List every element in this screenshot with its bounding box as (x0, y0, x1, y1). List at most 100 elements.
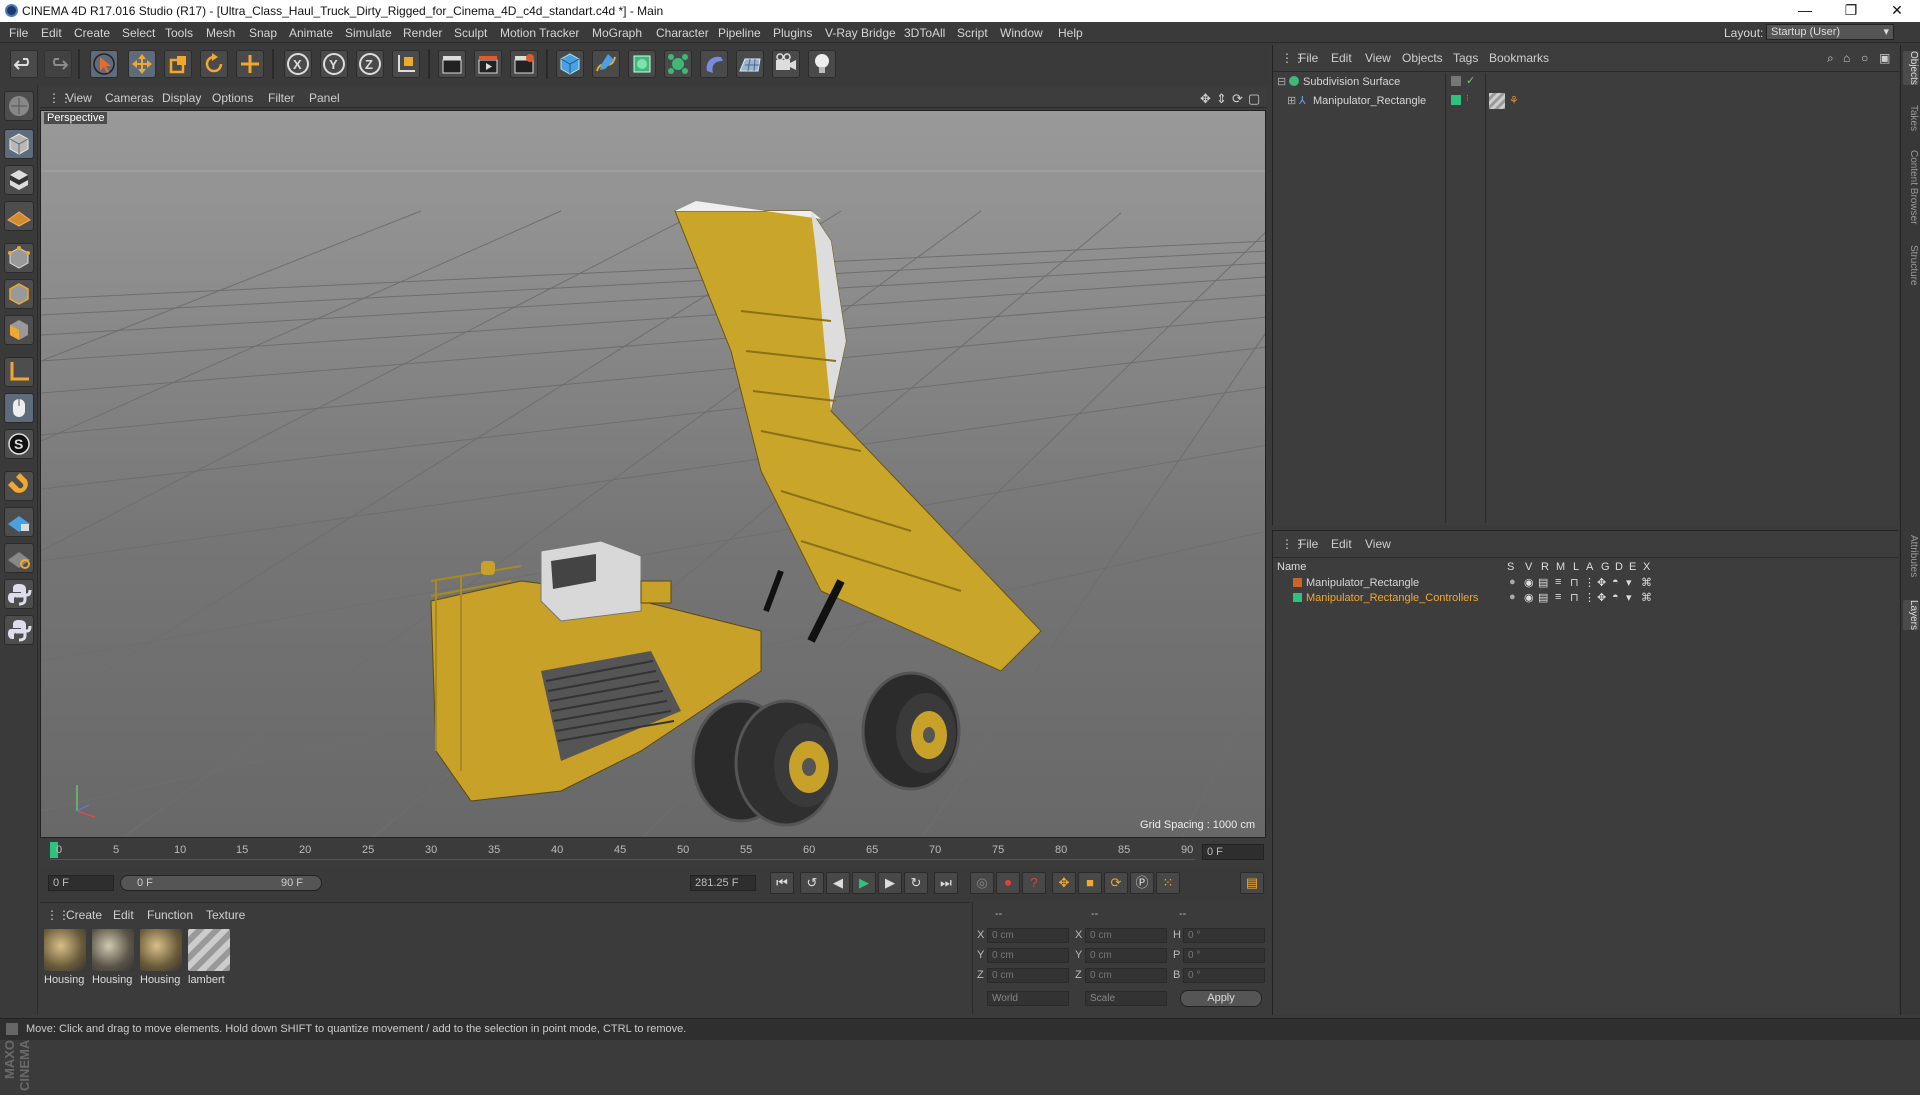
size-z-field[interactable]: 0 cm (1085, 968, 1167, 983)
expression-tag-icon[interactable]: ⚘ (1509, 94, 1519, 107)
record-keys-button[interactable]: ⏺ (996, 872, 1020, 894)
layer-name[interactable]: Manipulator_Rectangle_Controllers (1306, 592, 1478, 604)
play-button[interactable]: ▶ (852, 872, 876, 894)
move-tool-button[interactable] (128, 50, 156, 78)
menu-tools[interactable]: Tools (165, 26, 193, 40)
fps-field[interactable]: 281.25 F (690, 875, 756, 891)
object-menu-bookmarks[interactable]: Bookmarks (1489, 51, 1549, 65)
floor-button[interactable] (736, 50, 764, 78)
subdivision-surface-button[interactable] (628, 50, 656, 78)
tab-attributes[interactable]: Attributes (1903, 535, 1919, 577)
cube-primitive-button[interactable] (556, 50, 584, 78)
deformer-button[interactable] (700, 50, 728, 78)
current-frame-field[interactable]: 0 F (48, 875, 114, 891)
pen-spline-button[interactable] (592, 50, 620, 78)
material-slot[interactable]: Housing (92, 929, 134, 991)
material-slot[interactable]: Housing (44, 929, 86, 991)
menu-3dtoall[interactable]: 3DToAll (904, 26, 945, 40)
xref-icon[interactable]: ⌘ (1641, 576, 1652, 589)
key-rotation-button[interactable]: ⟳ (1104, 872, 1128, 894)
layer-col-locked[interactable]: L (1573, 561, 1579, 573)
points-mode-button[interactable] (4, 243, 34, 273)
live-selection-button[interactable] (90, 50, 118, 78)
material-menu-edit[interactable]: Edit (113, 908, 134, 922)
manager-list-icon[interactable]: ≡ (1555, 576, 1561, 588)
menu-motion-tracker[interactable]: Motion Tracker (500, 26, 579, 40)
light-button[interactable] (808, 50, 836, 78)
edges-mode-button[interactable] (4, 279, 34, 309)
animation-icon[interactable]: ⋮ (1584, 591, 1595, 604)
solo-dot-icon[interactable]: ● (1509, 591, 1516, 603)
object-menu-objects[interactable]: Objects (1402, 51, 1443, 65)
key-parameter-button[interactable]: Ⓟ (1130, 872, 1154, 894)
menu-pipeline[interactable]: Pipeline (718, 26, 761, 40)
layer-col-solo[interactable]: S (1507, 561, 1514, 573)
animation-icon[interactable]: ⋮ (1584, 576, 1595, 589)
menu-character[interactable]: Character (656, 26, 709, 40)
deformer-icon[interactable]: ◓ (1612, 591, 1619, 603)
xref-icon[interactable]: ⌘ (1641, 591, 1652, 604)
menu-simulate[interactable]: Simulate (345, 26, 392, 40)
polygons-mode-button[interactable] (4, 315, 34, 345)
new-window-icon[interactable]: ▣ (1879, 51, 1890, 65)
close-button[interactable]: ✕ (1874, 0, 1920, 22)
viewport-menu-options[interactable]: Options (212, 91, 253, 105)
position-y-field[interactable]: 0 cm (987, 948, 1069, 963)
layer-name[interactable]: Manipulator_Rectangle (1306, 577, 1419, 589)
generator-icon[interactable]: ✥ (1597, 576, 1606, 589)
z-axis-lock-button[interactable]: Z (356, 50, 384, 78)
key-pla-button[interactable]: ⁙ (1156, 872, 1180, 894)
lock-icon[interactable]: ⊓ (1570, 591, 1579, 604)
planar-workplane-button[interactable] (4, 543, 34, 573)
eye-icon[interactable]: ◉ (1524, 591, 1534, 604)
go-to-start-button[interactable]: ⏮ (770, 872, 794, 894)
layout-dropdown[interactable]: Startup (User) ▾ (1766, 24, 1894, 40)
apply-button[interactable]: Apply (1180, 990, 1262, 1007)
render-clapper-icon[interactable]: ▤ (1538, 591, 1548, 604)
size-y-field[interactable]: 0 cm (1085, 948, 1167, 963)
material-menu-texture[interactable]: Texture (206, 908, 245, 922)
key-scale-button[interactable]: ■ (1078, 872, 1102, 894)
layer-swatch-icon[interactable] (1451, 95, 1461, 105)
layer-color-swatch[interactable] (1293, 593, 1302, 602)
rotation-b-field[interactable]: 0 ° (1183, 968, 1265, 983)
viewport-move-icon[interactable]: ✥ (1200, 91, 1211, 107)
object-menu-edit[interactable]: Edit (1331, 51, 1352, 65)
viewport-menu-panel[interactable]: Panel (309, 91, 340, 105)
rotation-h-field[interactable]: 0 ° (1183, 928, 1265, 943)
checkmark-icon[interactable]: ✓ (1466, 74, 1475, 87)
menu-mesh[interactable]: Mesh (206, 26, 235, 40)
layer-col-render[interactable]: R (1541, 561, 1549, 573)
motion-record-button[interactable]: ◎ (970, 872, 994, 894)
menu-animate[interactable]: Animate (289, 26, 333, 40)
position-x-field[interactable]: 0 cm (987, 928, 1069, 943)
layer-col-deformers[interactable]: D (1615, 561, 1623, 573)
viewport-menu-display[interactable]: Display (162, 91, 201, 105)
layer-col-animation[interactable]: A (1586, 561, 1593, 573)
undo-button[interactable] (10, 50, 38, 78)
viewport-menu-cameras[interactable]: Cameras (105, 91, 154, 105)
add-tool-button[interactable] (236, 50, 264, 78)
deformer-icon[interactable]: ◓ (1612, 576, 1619, 588)
viewport-zoom-icon[interactable]: ⇕ (1216, 91, 1227, 107)
timeline-ruler[interactable]: 0 5 10 15 20 25 30 35 40 45 50 55 60 65 … (40, 840, 1266, 864)
layer-menu-edit[interactable]: Edit (1331, 537, 1352, 551)
layer-swatch-icon[interactable] (1451, 76, 1461, 86)
layer-col-expressions[interactable]: E (1629, 561, 1636, 573)
preview-range-slider[interactable]: 0 F 90 F (120, 875, 322, 891)
model-mode-button[interactable] (4, 129, 34, 159)
render-settings-button[interactable] (510, 50, 538, 78)
rotation-p-field[interactable]: 0 ° (1183, 948, 1265, 963)
viewport-maximize-icon[interactable]: ▢ (1248, 91, 1260, 107)
menu-plugins[interactable]: Plugins (773, 26, 812, 40)
menu-script[interactable]: Script (957, 26, 988, 40)
object-menu-tags[interactable]: Tags (1453, 51, 1478, 65)
layer-col-view[interactable]: V (1525, 561, 1532, 573)
lock-workplane-button[interactable] (4, 507, 34, 537)
tab-takes[interactable]: Takes (1903, 105, 1919, 131)
layer-color-swatch[interactable] (1293, 578, 1302, 587)
tweak-mode-button[interactable] (4, 393, 34, 423)
expression-icon[interactable]: ▾ (1626, 591, 1632, 604)
visibility-dots-icon[interactable]: ⁝ (1466, 93, 1469, 104)
menu-mograph[interactable]: MoGraph (592, 26, 642, 40)
